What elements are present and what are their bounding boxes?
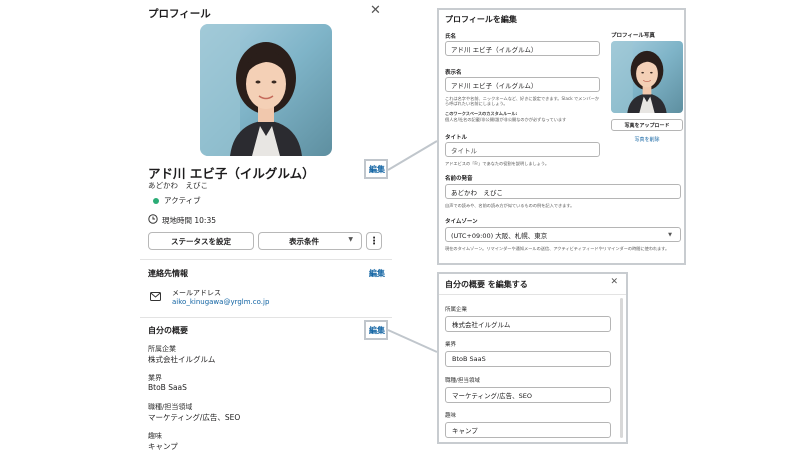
timezone-select[interactable]: (UTC+09:00) 大阪、札幌、東京 ▼ [445,227,681,242]
role-value: マーケティング/広告、SEO [452,392,533,400]
edit-contact-link[interactable]: 編集 [369,268,385,279]
company-field[interactable]: 株式会社イルグルム [445,316,611,332]
chevron-down-icon: ▼ [348,236,353,243]
industry-value: BtoB SaaS [452,355,486,363]
remove-photo-link[interactable]: 写真を削除 [611,136,683,143]
about-field-label: 所属企業 [148,345,176,353]
local-time: 現地時間 10:35 [162,216,216,225]
about-field-label: 趣味 [148,432,162,440]
chevron-down-icon: ▼ [668,232,672,238]
pronunciation-value: あどかわ えびこ [451,188,503,197]
about-field-label: 趣味 [445,413,457,419]
about-field-value: BtoB SaaS [148,383,187,392]
display-name-value: アド川 エビ子（イルグルム） [451,81,538,90]
about-field-label: 業界 [148,374,162,382]
title-label: タイトル [445,135,468,141]
view-options-button[interactable]: 表示条件 ▼ [258,232,362,250]
about-field-value: 株式会社イルグルム [148,355,216,364]
edit-name-link[interactable]: 編集 [369,164,385,175]
custom-rule-text: 個人名/社名の記載/非公開/誰が非公開なのかが必ずなっています [445,117,567,122]
timezone-help: 現在のタイムゾーン。リマインダーや通知メールの送信、アクティビティフィードやリマ… [445,246,670,251]
modal-title: プロフィールを編集 [445,15,517,24]
timezone-label: タイムゾーン [445,219,478,225]
about-field-label: 職種/担当領域 [445,378,480,384]
divider [140,317,392,318]
pronunciation-field[interactable]: あどかわ えびこ [445,184,681,199]
set-status-label: ステータスを設定 [171,236,231,246]
profile-panel: プロフィール ✕ アド川 エビ子（イルグルム） あどかわ えびこ アクティブ 現… [140,0,392,455]
pronunciation-help: 自声での読みや、名前の読み方が似ているものの例を記入できます。 [445,203,575,208]
display-name-field[interactable]: アド川 エビ子（イルグルム） [445,77,600,92]
clock-icon [148,214,158,224]
role-field[interactable]: マーケティング/広告、SEO [445,387,611,403]
email-label: メールアドレス [172,289,221,297]
full-name-label: 氏名 [445,34,457,40]
divider [439,294,626,295]
upload-photo-button[interactable]: 写真をアップロード [611,119,683,131]
status-text: アクティブ [164,196,201,205]
full-name-value: アド川 エビ子（イルグルム） [451,45,538,54]
close-icon[interactable]: ✕ [610,277,618,287]
view-options-label: 表示条件 [289,236,319,246]
active-status-icon [153,198,159,204]
title-field[interactable]: タイトル [445,142,600,157]
about-field-value: キャンプ [148,442,178,451]
profile-photo-label: プロフィール写真 [611,33,655,39]
title-help: アドエビスの「Fr」であなたの役割を説明しましょう。 [445,161,550,166]
edit-about-modal: 自分の概要 を編集する ✕ 所属企業 株式会社イルグルム 業界 BtoB Saa… [437,272,628,444]
upload-photo-label: 写真をアップロード [624,122,670,129]
profile-photo [200,24,332,156]
modal-title: 自分の概要 を編集する [445,280,528,289]
set-status-button[interactable]: ステータスを設定 [148,232,254,250]
more-vertical-icon[interactable]: ⋮ [366,232,382,250]
edit-profile-modal: プロフィールを編集 氏名 アド川 エビ子（イルグルム） 表示名 アド川 エビ子（… [437,8,686,265]
title-placeholder: タイトル [451,146,477,155]
close-icon[interactable]: ✕ [370,3,381,18]
scrollbar[interactable] [620,298,623,438]
timezone-value: (UTC+09:00) 大阪、札幌、東京 [451,231,548,240]
display-name-help: これは名字や名前、ニックネームなど、好きに設定できます。Slack でメンバーか… [445,96,600,107]
edit-about-link[interactable]: 編集 [369,325,385,336]
panel-title: プロフィール [148,8,211,20]
divider [140,259,392,260]
profile-kana: あどかわ えびこ [148,181,208,190]
industry-field[interactable]: BtoB SaaS [445,351,611,367]
mail-icon [150,292,161,301]
profile-photo-thumbnail [611,41,683,113]
about-field-value: マーケティング/広告、SEO [148,413,241,422]
hobby-value: キャンプ [452,427,478,435]
about-field-label: 所属企業 [445,307,468,313]
company-value: 株式会社イルグルム [452,321,511,329]
contact-section-title: 連絡先情報 [148,269,188,278]
about-field-label: 業界 [445,342,457,348]
full-name-field[interactable]: アド川 エビ子（イルグルム） [445,41,600,56]
display-name-label: 表示名 [445,70,462,76]
pronunciation-label: 名前の発音 [445,176,473,182]
about-field-label: 職種/担当領域 [148,403,193,411]
hobby-field[interactable]: キャンプ [445,422,611,438]
email-link[interactable]: aiko_kinugawa@yrglm.co.jp [172,298,269,306]
about-section-title: 自分の概要 [148,326,188,335]
